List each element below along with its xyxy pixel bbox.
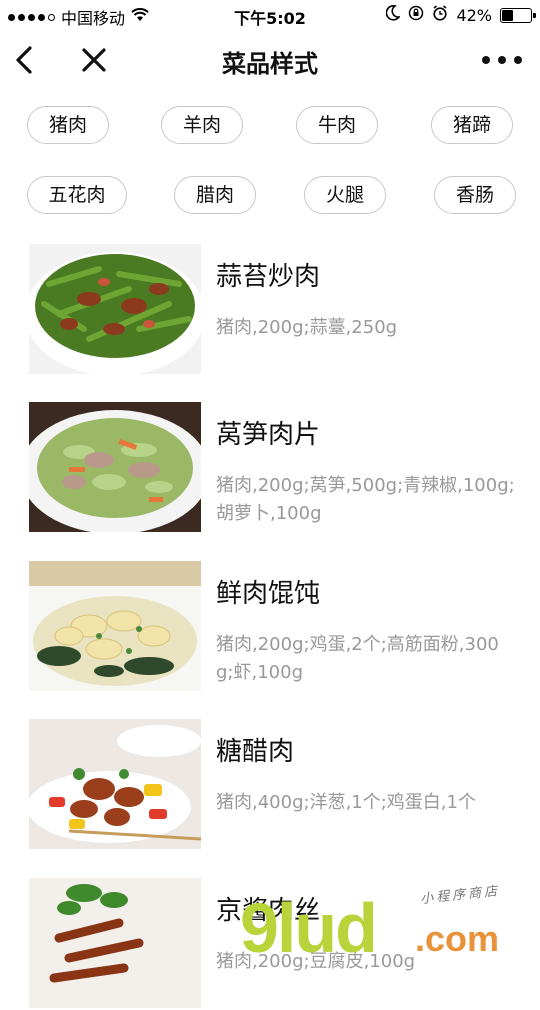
dish-name: 京酱肉丝 [216,896,321,926]
dish-item[interactable]: 莴笋肉片 猪肉,200g;莴笋,500g;青辣椒,100g;胡萝卜,100g [0,402,540,534]
chip-category[interactable]: 五花肉 [27,176,127,214]
moon-icon [386,5,402,25]
status-bar: 中国移动 下午5:02 42% [0,0,540,30]
dish-name: 莴笋肉片 [216,420,321,450]
chevron-left-icon[interactable] [12,42,40,78]
dish-ingredients: 猪肉,200g;豆腐皮,100g [216,951,416,972]
alarm-icon [432,5,448,25]
dish-ingredients: 猪肉,200g;鸡蛋,2个;高筋面粉,300g;虾,100g [216,634,499,683]
dish-name: 蒜苔炒肉 [216,262,321,292]
chip-category[interactable]: 腊肉 [174,176,256,214]
dish-item[interactable]: 京酱肉丝 猪肉,200g;豆腐皮,100g [0,878,540,1010]
dish-item[interactable]: 糖醋肉 猪肉,400g;洋葱,1个;鸡蛋白,1个 [0,719,540,851]
dish-photo-lettuce-pork [29,402,201,532]
chip-row-2: 五花肉 腊肉 火腿 香肠 [0,176,540,216]
dish-photo-garlic-stem-pork [29,244,201,374]
dish-ingredients: 猪肉,400g;洋葱,1个;鸡蛋白,1个 [216,792,476,813]
dish-photo-sweet-sour-pork [29,719,201,849]
nav-bar: 菜品样式 [0,30,540,92]
dish-item[interactable]: 蒜苔炒肉 猪肉,200g;蒜薹,250g [0,244,540,376]
dish-photo-pork-wonton [29,561,201,691]
dish-name: 糖醋肉 [216,737,295,767]
chip-category[interactable]: 火腿 [304,176,386,214]
dish-item[interactable]: 鲜肉馄饨 猪肉,200g;鸡蛋,2个;高筋面粉,300g;虾,100g [0,561,540,693]
chip-category[interactable]: 猪蹄 [431,106,513,144]
category-chips: 猪肉 羊肉 牛肉 猪蹄 五花肉 腊肉 火腿 香肠 [0,106,540,246]
battery-percent: 42% [456,5,492,25]
chip-category[interactable]: 香肠 [434,176,516,214]
rotation-lock-icon [408,5,424,25]
status-right: 42% [386,5,536,25]
chip-category[interactable]: 牛肉 [296,106,378,144]
chip-category[interactable]: 猪肉 [27,106,109,144]
close-icon[interactable] [78,42,110,78]
chip-row-1: 猪肉 羊肉 牛肉 猪蹄 [0,106,540,146]
battery-icon [500,7,536,23]
chip-category[interactable]: 羊肉 [161,106,243,144]
dish-photo-jingjiang-pork [29,878,201,1008]
dish-ingredients: 猪肉,200g;蒜薹,250g [216,317,398,338]
dish-ingredients: 猪肉,200g;莴笋,500g;青辣椒,100g;胡萝卜,100g [216,475,515,524]
more-horizontal-icon[interactable] [482,48,522,72]
dish-name: 鲜肉馄饨 [216,579,321,609]
